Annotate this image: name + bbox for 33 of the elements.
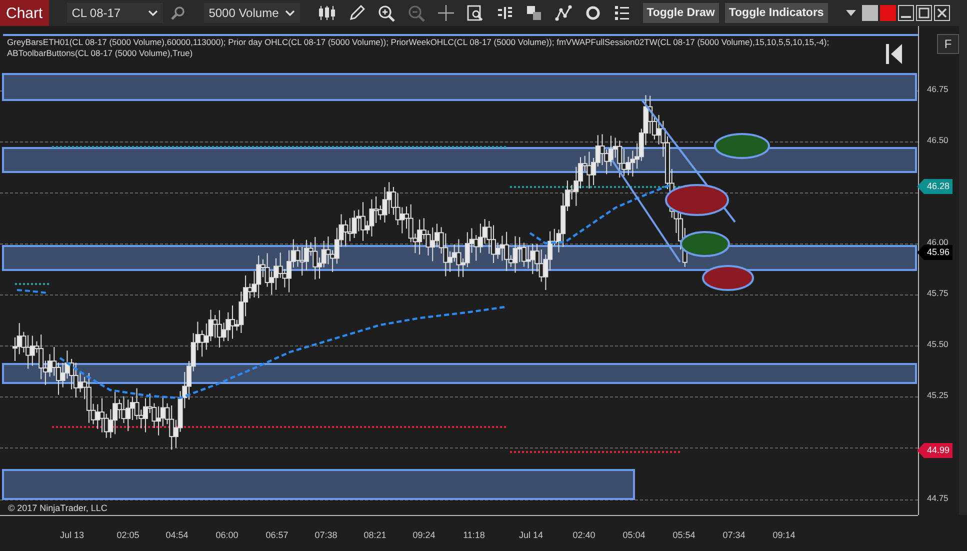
price-tick-label: 45.25 xyxy=(927,390,948,400)
time-tick-label: 09:14 xyxy=(772,530,796,540)
time-tick-label: 05:54 xyxy=(672,530,696,540)
chart-button[interactable]: Chart xyxy=(0,0,49,26)
time-tick-label: 07:34 xyxy=(722,530,746,540)
price-tick-label: 45.50 xyxy=(927,339,948,349)
time-tick-label: 05:04 xyxy=(622,530,646,540)
price-tick-label: 44.75 xyxy=(927,493,948,503)
price-tick-label: 46.50 xyxy=(927,135,948,145)
time-tick-label: 06:00 xyxy=(216,530,238,540)
time-tick-label: 06:57 xyxy=(266,530,288,540)
instrument-dropdown[interactable]: CL 08-17 xyxy=(66,3,163,23)
time-tick-label: 11:18 xyxy=(463,530,485,540)
time-tick-label: 02:40 xyxy=(572,530,596,540)
time-tick-label: 09:24 xyxy=(412,530,436,540)
bar-type-dropdown[interactable]: 5000 Volume xyxy=(204,3,300,23)
f-button[interactable]: F xyxy=(937,34,959,54)
price-tick-label: 45.75 xyxy=(927,288,948,298)
toggle-button[interactable]: Toggle Draw xyxy=(642,3,719,23)
price-marker: 46.28 xyxy=(917,179,953,194)
price-marker: 44.99 xyxy=(917,443,953,458)
indicator-label: GreyBarsETH01(CL 08-17 (5000 Volume),60000,113000); Prior day OHLC(CL 08-17 (5000 Volume)); PriorWeekOHLC(CL 08-17 (5000 Volume)); fmVWAPFullSession02TW(CL 08-17 (5000 Volume),15,10,5,5,10,15,-4); ABToolbarButtons(CL 08-17 (5000 Volume),True) xyxy=(7,37,830,59)
time-tick-label: 07:38 xyxy=(314,530,338,540)
time-tick-label: Jul 14 xyxy=(518,530,544,540)
price-tick-label: 46.00 xyxy=(927,237,948,247)
toggle-button[interactable]: Toggle Indicators xyxy=(724,3,828,23)
copyright-text: © 2017 NinjaTrader, LLC xyxy=(8,503,108,513)
time-tick-label: 08:21 xyxy=(364,530,386,540)
price-marker: 45.96 xyxy=(917,245,953,260)
price-tick-label: 46.75 xyxy=(927,84,948,94)
time-tick-label: Jul 13 xyxy=(60,530,84,540)
time-tick-label: 04:54 xyxy=(166,530,188,540)
time-tick-label: 02:05 xyxy=(116,530,140,540)
